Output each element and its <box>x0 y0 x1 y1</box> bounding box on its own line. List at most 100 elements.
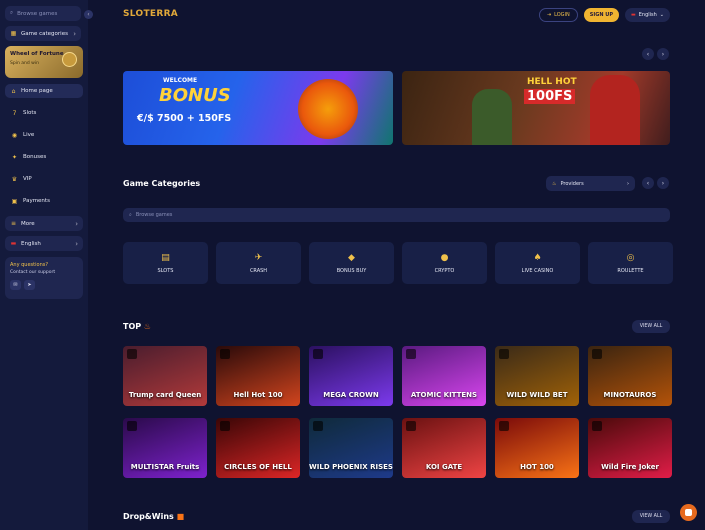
game-tile[interactable]: Trump card Queen <box>123 346 207 406</box>
category-label: CRASH <box>249 267 268 274</box>
games-row-2: MULTISTAR Fruits CIRCLES OF HELL WILD PHOE… <box>123 418 672 478</box>
top-title-text: TOP <box>123 322 142 331</box>
signup-button[interactable]: SIGN UP <box>583 8 619 22</box>
game-tile[interactable]: Hell Hot 100 <box>216 346 300 406</box>
category-icon: ▤ <box>161 252 170 263</box>
category-label: LIVE CASINO <box>521 267 554 274</box>
game-title: MEGA CROWN <box>323 391 379 399</box>
site-logo[interactable]: SLOTERRA <box>123 9 178 19</box>
game-title: MULTISTAR Fruits <box>130 463 200 471</box>
provider-icon <box>313 349 323 359</box>
category-tile[interactable]: ▤ SLOTS <box>123 242 208 284</box>
view-all-top-button[interactable]: VIEW ALL <box>632 320 670 333</box>
sidebar-item-live[interactable]: ◉ Live <box>5 124 83 146</box>
woman-image <box>590 75 640 145</box>
cowboy-image <box>472 89 512 145</box>
hell-hot-banner[interactable]: HELL HOT 100FS <box>402 71 670 145</box>
game-tile[interactable]: Wild Fire Joker <box>588 418 672 478</box>
sidebar: ⌕ Browse games ▦ Game categories › Wheel… <box>0 0 88 530</box>
section-title-top: TOP ♨ <box>123 322 151 331</box>
category-tile[interactable]: ✈ CRASH <box>216 242 301 284</box>
game-tile[interactable]: WILD PHOENIX RISES <box>309 418 393 478</box>
category-tile[interactable]: ◆ BONUS BUY <box>309 242 394 284</box>
tiger-mascot-image <box>298 79 358 139</box>
category-icon: ◎ <box>626 252 635 263</box>
category-tile[interactable]: ◎ ROULETTE <box>588 242 673 284</box>
support-card: Any questions? Contact our support ✉ ➤ <box>5 257 83 299</box>
sidebar-more-button[interactable]: ≡ More › <box>5 216 83 231</box>
game-tile[interactable]: MEGA CROWN <box>309 346 393 406</box>
live-icon: ◉ <box>11 131 18 139</box>
games-search-input[interactable]: ⌕ Browse games <box>123 208 670 222</box>
sidebar-item-payments[interactable]: ▣ Payments <box>5 190 83 212</box>
fire-icon: ♨ <box>143 322 152 331</box>
game-title: Wild Fire Joker <box>601 463 659 471</box>
providers-button[interactable]: ♨ Providers › <box>546 176 635 191</box>
game-tile[interactable]: ATOMIC KITTENS <box>402 346 486 406</box>
login-button[interactable]: ⇥ LOGIN <box>538 8 578 22</box>
banner-bonus-text: BONUS <box>159 85 231 106</box>
section-title-categories: Game Categories <box>123 179 201 188</box>
banner-hellhot-text: HELL HOT <box>527 77 577 87</box>
sidebar-language-button[interactable]: ▬ English › <box>5 236 83 251</box>
game-categories-button[interactable]: ▦ Game categories › <box>5 26 81 41</box>
game-title: WILD PHOENIX RISES <box>309 463 393 471</box>
login-icon: ⇥ <box>546 12 552 18</box>
sidebar-nav: 7 Slots ◉ Live ✦ Bonuses ♛ VIP ▣ Payments <box>5 102 83 212</box>
sidebar-item-label: Slots <box>23 110 37 116</box>
chat-support-button[interactable] <box>680 504 697 521</box>
wheel-of-fortune-card[interactable]: Wheel of Fortune Spin and win <box>5 46 83 78</box>
view-all-drops-button[interactable]: VIEW ALL <box>632 510 670 523</box>
next-arrow-icon[interactable]: › <box>657 48 669 60</box>
category-icon: ♠ <box>533 252 542 263</box>
game-tile[interactable]: WILD WILD BET <box>495 346 579 406</box>
game-title: Trump card Queen <box>128 391 202 399</box>
drops-title-text: Drop&Wins <box>123 512 174 521</box>
chevron-right-icon: › <box>627 180 629 187</box>
provider-icon <box>406 349 416 359</box>
prev-arrow-icon[interactable]: ‹ <box>642 177 654 189</box>
category-tile[interactable]: ♠ LIVE CASINO <box>495 242 580 284</box>
prev-arrow-icon[interactable]: ‹ <box>642 48 654 60</box>
category-list: ▤ SLOTS ✈ CRASH ◆ BONUS BUY ● CRYPTO ♠ LIVE CASIN… <box>123 242 673 284</box>
home-label: Home page <box>21 88 53 94</box>
collapse-sidebar-button[interactable]: ‹ <box>84 10 93 19</box>
provider-icon <box>406 421 416 431</box>
category-label: SLOTS <box>157 267 174 274</box>
game-tile[interactable]: CIRCLES OF HELL <box>216 418 300 478</box>
category-tile[interactable]: ● CRYPTO <box>402 242 487 284</box>
sidebar-item-bonuses[interactable]: ✦ Bonuses <box>5 146 83 168</box>
search-icon: ⌕ <box>10 10 14 16</box>
game-title: Hell Hot 100 <box>233 391 283 399</box>
game-tile[interactable]: KOI GATE <box>402 418 486 478</box>
game-tile[interactable]: HOT 100 <box>495 418 579 478</box>
telegram-icon[interactable]: ➤ <box>24 280 35 290</box>
sidebar-item-home[interactable]: ⌂ Home page <box>5 84 83 98</box>
game-title: WILD WILD BET <box>506 391 568 399</box>
provider-icon <box>220 421 230 431</box>
category-icon: ● <box>440 252 449 263</box>
provider-icon <box>499 421 509 431</box>
welcome-bonus-banner[interactable]: WELCOME BONUS €/$ 7500 + 150FS <box>123 71 393 145</box>
provider-icon <box>592 349 602 359</box>
game-tile[interactable]: MINOTAUROS <box>588 346 672 406</box>
game-title: CIRCLES OF HELL <box>224 463 292 471</box>
language-select[interactable]: ▬ English ⌄ <box>625 8 670 22</box>
more-icon: ≡ <box>10 220 17 227</box>
provider-icon <box>220 349 230 359</box>
sidebar-search-input[interactable]: ⌕ Browse games <box>5 6 81 21</box>
flag-icon: ▬ <box>631 12 636 18</box>
sidebar-item-slots[interactable]: 7 Slots <box>5 102 83 124</box>
game-tile[interactable]: MULTISTAR Fruits <box>123 418 207 478</box>
sidebar-item-label: VIP <box>23 176 32 182</box>
support-subtitle: Contact our support <box>10 270 56 275</box>
banner-fs-text: 100FS <box>524 89 576 104</box>
home-icon: ⌂ <box>11 87 16 95</box>
games-search-placeholder: Browse games <box>135 212 173 218</box>
sidebar-item-vip[interactable]: ♛ VIP <box>5 168 83 190</box>
mail-icon[interactable]: ✉ <box>10 280 21 290</box>
fire-icon: ♨ <box>552 180 557 187</box>
wallet-icon: ▣ <box>11 197 18 205</box>
next-arrow-icon[interactable]: › <box>657 177 669 189</box>
chevron-right-icon: › <box>75 239 78 248</box>
